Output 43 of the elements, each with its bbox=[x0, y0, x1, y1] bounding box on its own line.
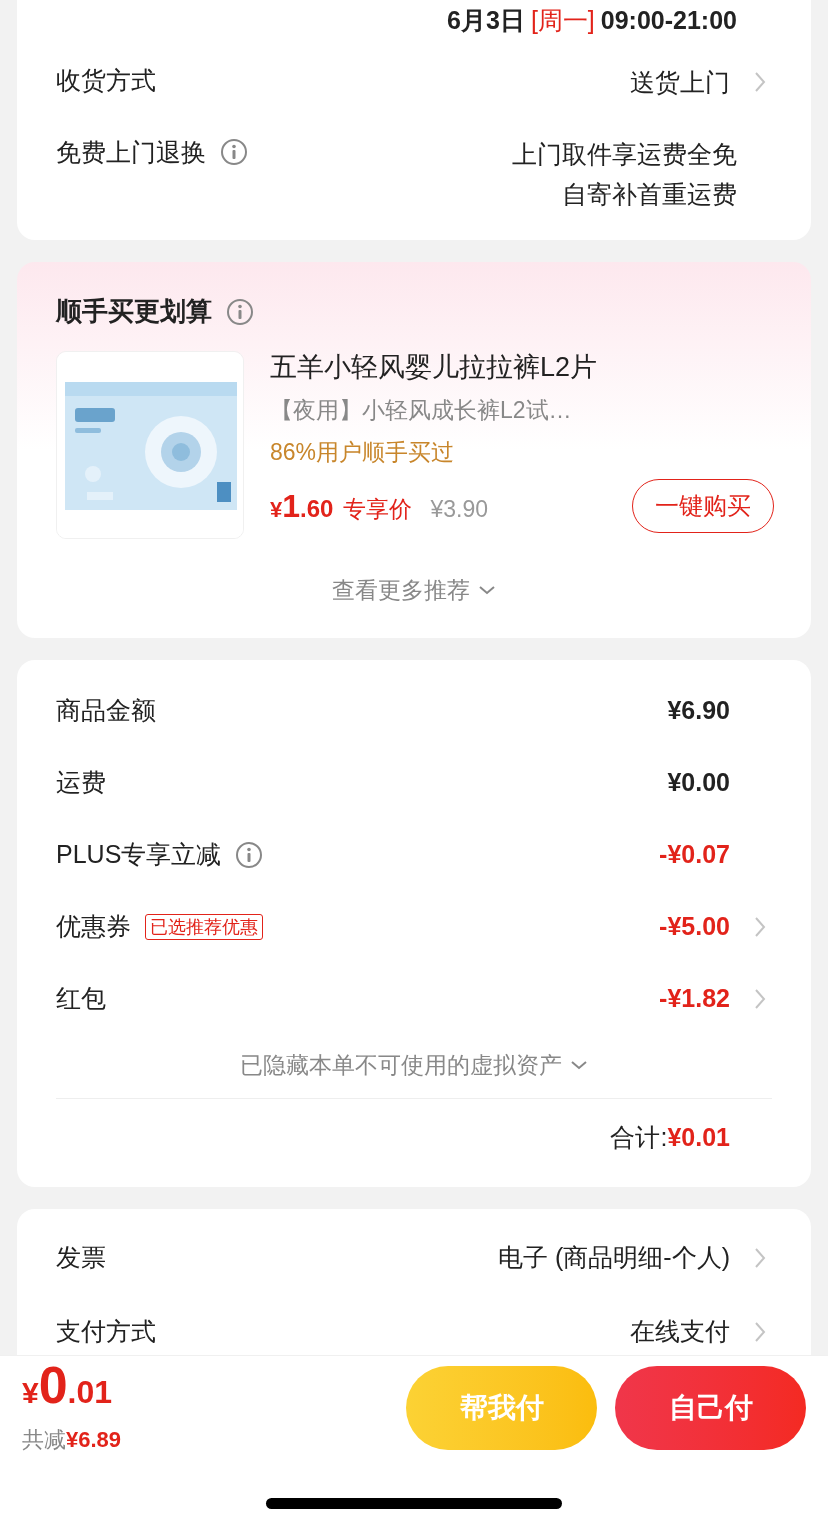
pay-button[interactable]: 自己付 bbox=[615, 1366, 806, 1450]
row-label: 免费上门退换 bbox=[56, 137, 206, 168]
social-proof: 86%用户顺手买过 bbox=[270, 438, 456, 467]
amount: -¥1.82 bbox=[659, 982, 730, 1014]
row-label: 收货方式 bbox=[56, 65, 156, 96]
row-label: 优惠券 bbox=[56, 910, 131, 942]
tag: 已选推荐优惠 bbox=[145, 913, 263, 940]
price-label: 专享价 bbox=[343, 495, 413, 524]
row-label: 红包 bbox=[56, 982, 106, 1014]
chevron-icon bbox=[754, 1246, 766, 1269]
row-label: PLUS专享立减 bbox=[56, 838, 222, 870]
info-icon[interactable] bbox=[235, 840, 264, 869]
row-value: 在线支付 bbox=[630, 1315, 730, 1347]
section-title: 顺手买更划算 bbox=[56, 295, 212, 328]
more-link[interactable]: 查看更多推荐 bbox=[332, 573, 470, 608]
row-label: 发票 bbox=[56, 1241, 106, 1273]
amount: ¥0.00 bbox=[667, 766, 730, 798]
row-value: 自寄补首重运费 bbox=[562, 179, 737, 210]
amount: -¥5.00 bbox=[659, 910, 730, 942]
row-value: 电子 (商品明细-个人) bbox=[498, 1241, 730, 1273]
total-amount: ¥0.01 bbox=[667, 1122, 730, 1153]
total-label: 合计: bbox=[610, 1122, 668, 1153]
saved-label: 共减 bbox=[22, 1426, 66, 1454]
product-subtitle: 【夜用】小轻风成长裤L2试… bbox=[270, 396, 573, 425]
hidden-assets-link[interactable]: 已隐藏本单不可使用的虚拟资产 bbox=[240, 1047, 562, 1082]
original-price: ¥3.90 bbox=[430, 495, 488, 524]
product-name: 五羊小轻风婴儿拉拉裤L2片 bbox=[270, 351, 599, 384]
chevron-down-icon bbox=[570, 1059, 588, 1070]
total-price: ¥0.01 bbox=[22, 1360, 114, 1416]
amount: ¥6.90 bbox=[667, 694, 730, 726]
row-value: 上门取件享运费全免 bbox=[512, 139, 737, 170]
row-value: 送货上门 bbox=[630, 67, 730, 98]
info-icon[interactable] bbox=[226, 297, 254, 326]
row-label: 运费 bbox=[56, 766, 106, 798]
row-label: 支付方式 bbox=[56, 1315, 156, 1347]
info-icon[interactable] bbox=[220, 138, 248, 166]
amount: -¥0.07 bbox=[659, 838, 730, 870]
row-label: 商品金额 bbox=[56, 694, 156, 726]
chevron-down-icon bbox=[478, 585, 496, 596]
chevron-icon bbox=[754, 1320, 766, 1343]
price: ¥1.60 bbox=[270, 487, 334, 526]
delivery-time: 6月3日 [周一] 09:00-21:00 bbox=[446, 5, 738, 36]
saved-amount: ¥6.89 bbox=[66, 1426, 122, 1454]
